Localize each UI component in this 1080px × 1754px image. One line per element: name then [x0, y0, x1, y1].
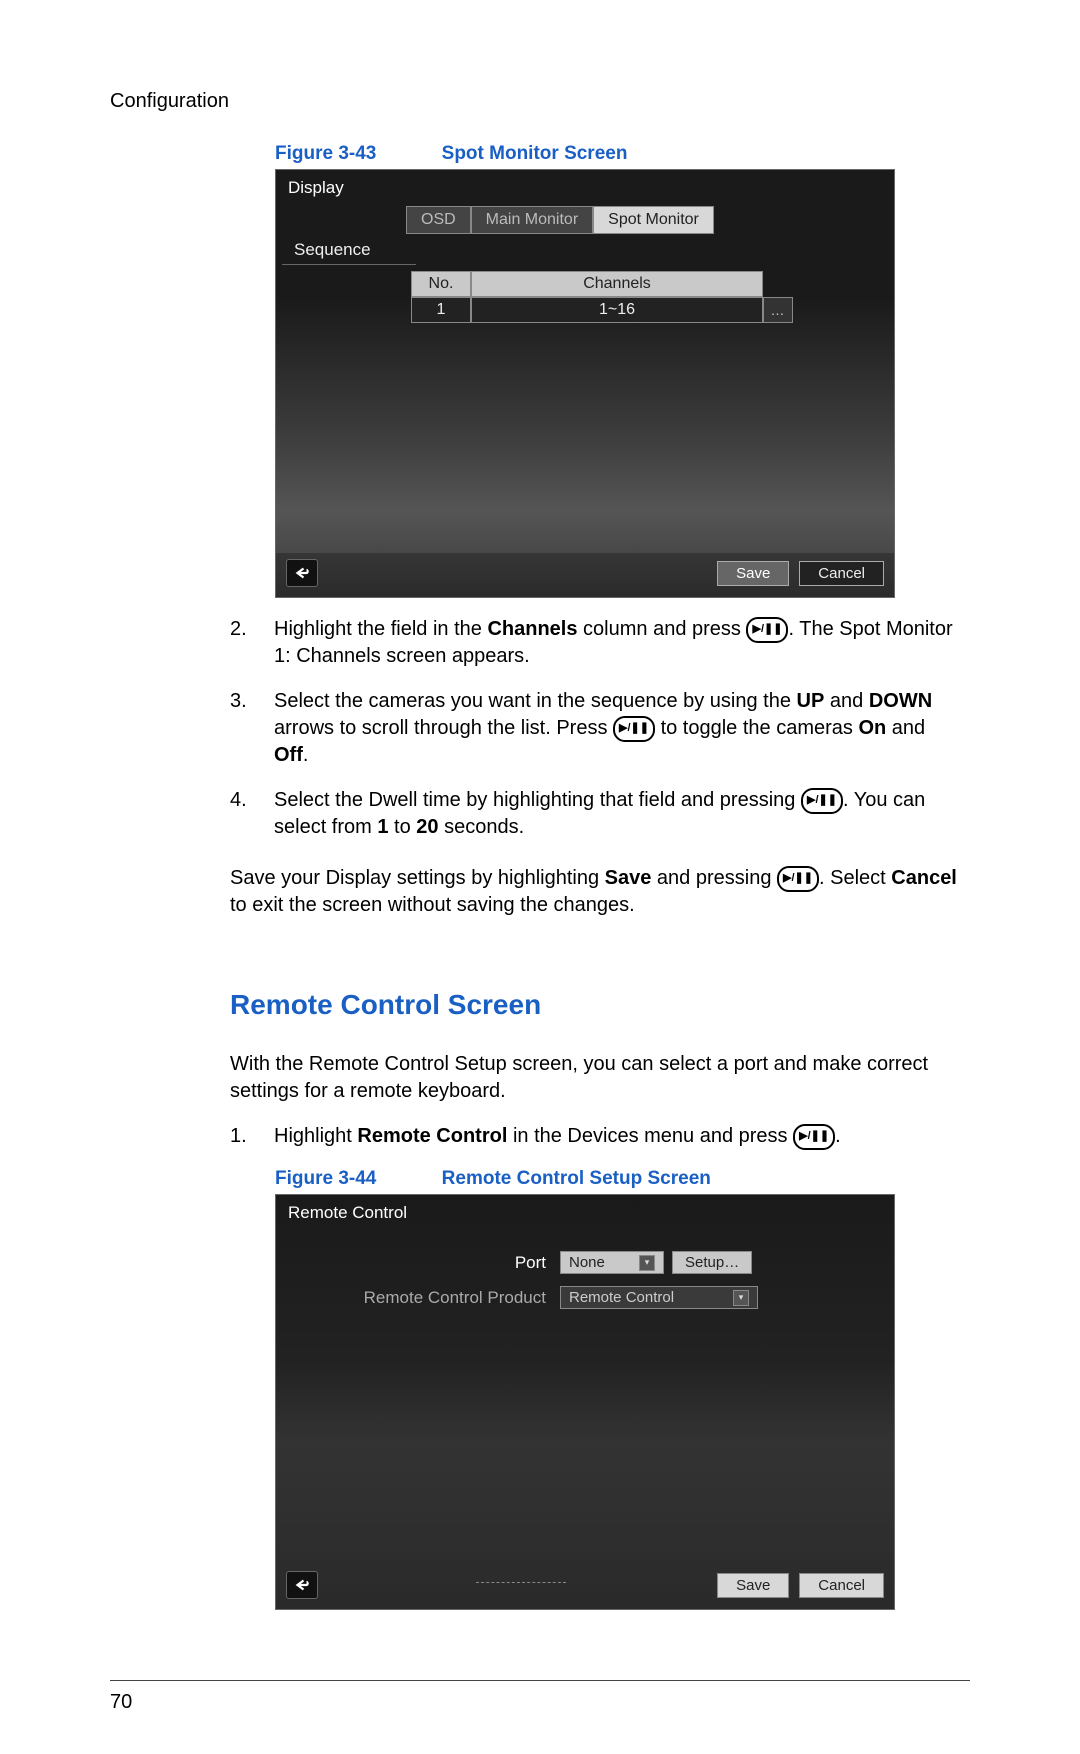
save-button[interactable]: Save [717, 1573, 789, 1598]
section-header: Configuration [110, 90, 970, 113]
figure-43-label: Figure 3-43 [275, 143, 376, 164]
play-pause-icon: ▶/❚❚ [793, 1124, 835, 1150]
figure-43-title: Spot Monitor Screen [442, 143, 628, 164]
sequence-table: No. Channels 1 1~16 … [411, 271, 894, 323]
save-button[interactable]: Save [717, 561, 789, 586]
page-number: 70 [110, 1691, 970, 1714]
remote-product-value: Remote Control [569, 1289, 674, 1306]
display-tabs: OSD Main Monitor Spot Monitor [406, 206, 894, 234]
sequence-label: Sequence [282, 234, 416, 265]
instruction-2: 2. Highlight the field in the Channels c… [230, 616, 960, 670]
port-value: None [569, 1254, 605, 1271]
cancel-button[interactable]: Cancel [799, 561, 884, 586]
remote-product-dropdown[interactable]: Remote Control ▾ [560, 1286, 758, 1309]
tab-spot-monitor[interactable]: Spot Monitor [593, 206, 714, 234]
figure-43-caption: Figure 3-43 Spot Monitor Screen [275, 143, 970, 165]
instruction-4: 4. Select the Dwell time by highlighting… [230, 787, 960, 841]
tab-main-monitor[interactable]: Main Monitor [471, 206, 593, 234]
tab-osd[interactable]: OSD [406, 206, 471, 234]
remote-product-label: Remote Control Product [286, 1288, 560, 1308]
port-dropdown[interactable]: None ▾ [560, 1251, 664, 1274]
play-pause-icon: ▶/❚❚ [613, 716, 655, 742]
spot-monitor-screenshot: Display OSD Main Monitor Spot Monitor Se… [275, 169, 895, 598]
page-divider [110, 1680, 970, 1681]
cell-no-1: 1 [411, 297, 471, 323]
play-pause-icon: ▶/❚❚ [777, 866, 819, 892]
channels-more-icon[interactable]: … [763, 297, 793, 323]
cell-channels-1[interactable]: 1~16 [471, 297, 763, 323]
remote-step-1: 1. Highlight Remote Control in the Devic… [230, 1123, 960, 1150]
remote-control-heading: Remote Control Screen [230, 989, 970, 1021]
cancel-button[interactable]: Cancel [799, 1573, 884, 1598]
remote-control-panel-title: Remote Control [276, 1195, 894, 1231]
instruction-3: 3. Select the cameras you want in the se… [230, 688, 960, 769]
col-header-channels: Channels [471, 271, 763, 297]
decorative-dashline [476, 1582, 566, 1583]
port-label: Port [286, 1253, 560, 1273]
play-pause-icon: ▶/❚❚ [746, 617, 788, 643]
dropdown-arrow-icon: ▾ [733, 1290, 749, 1306]
dropdown-arrow-icon: ▾ [639, 1255, 655, 1271]
back-icon[interactable] [286, 1571, 318, 1599]
col-header-no: No. [411, 271, 471, 297]
play-pause-icon: ▶/❚❚ [801, 788, 843, 814]
figure-44-caption: Figure 3-44 Remote Control Setup Screen [275, 1168, 970, 1190]
remote-intro-paragraph: With the Remote Control Setup screen, yo… [230, 1051, 960, 1105]
display-panel-title: Display [276, 170, 894, 206]
back-icon[interactable] [286, 559, 318, 587]
figure-44-title: Remote Control Setup Screen [442, 1168, 711, 1189]
figure-44-label: Figure 3-44 [275, 1168, 376, 1189]
remote-control-screenshot: Remote Control Port None ▾ Setup… Remote… [275, 1194, 895, 1610]
save-paragraph: Save your Display settings by highlighti… [230, 865, 960, 919]
setup-button[interactable]: Setup… [672, 1251, 752, 1274]
